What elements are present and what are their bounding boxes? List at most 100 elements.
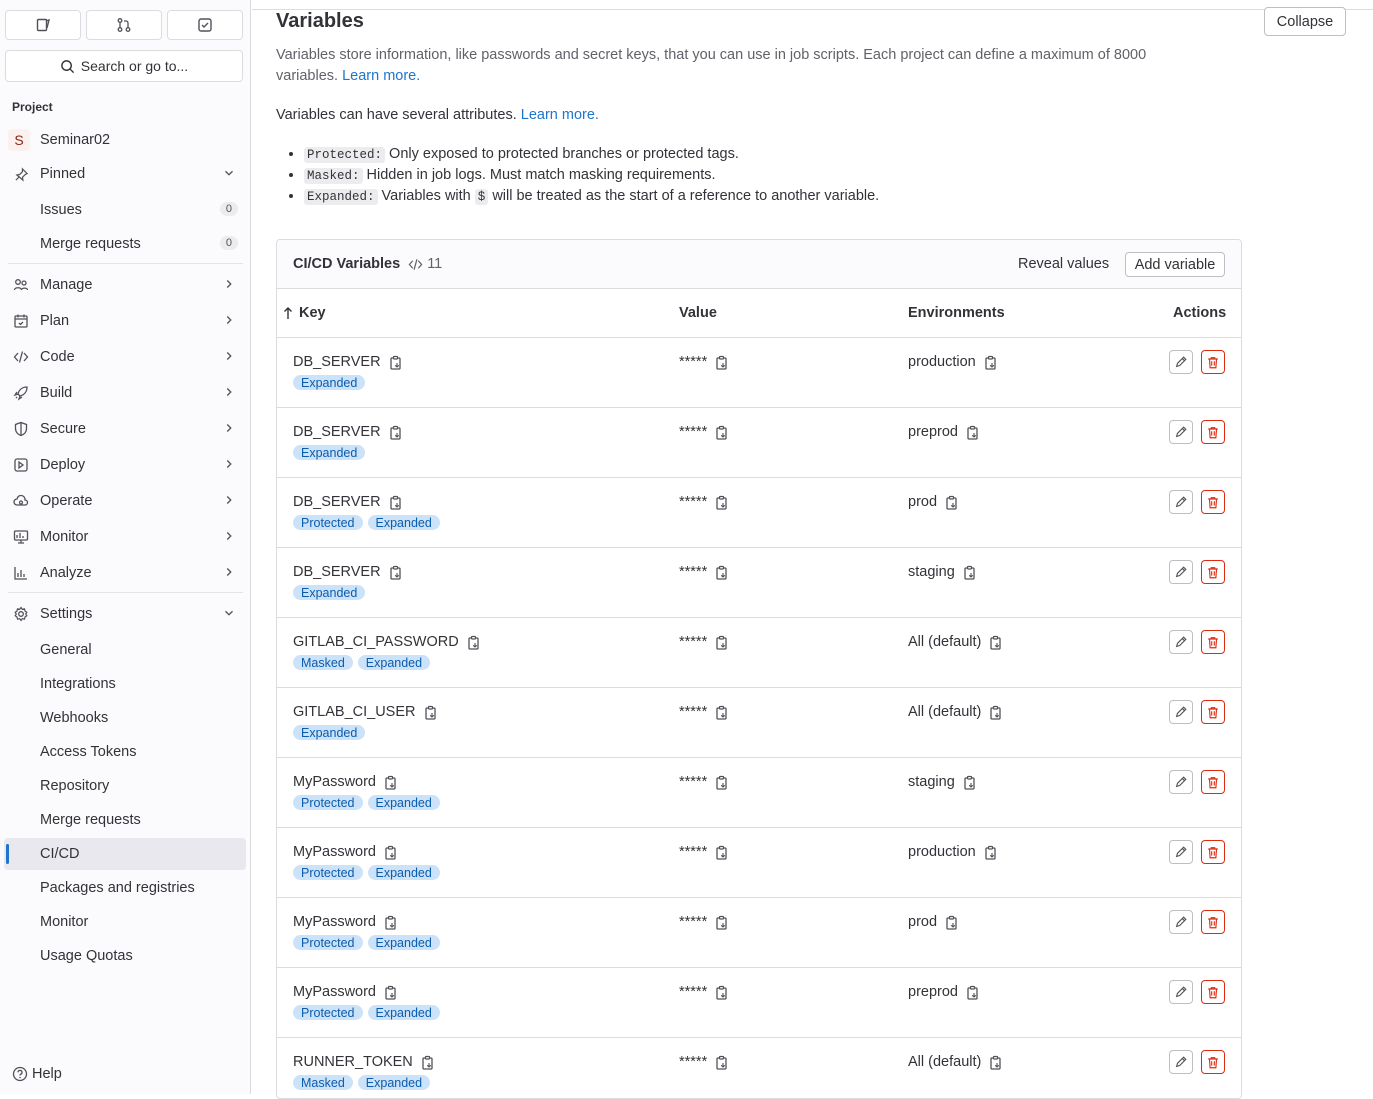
todo-icon [198, 18, 212, 32]
edit-button[interactable] [1169, 980, 1193, 1004]
sidebar-item-merge-requests[interactable]: Merge requests 0 [4, 228, 246, 260]
copy-icon[interactable] [715, 495, 729, 510]
chevron-down-icon [225, 170, 233, 176]
sidebar-item-operate[interactable]: Operate [4, 485, 246, 517]
variable-key: RUNNER_TOKEN [293, 1054, 435, 1070]
delete-button[interactable] [1201, 840, 1225, 864]
variable-environment: All (default) [908, 704, 1003, 720]
sidebar-item-integrations[interactable]: Integrations [4, 668, 246, 700]
sidebar-item-settings-monitor[interactable]: Monitor [4, 906, 246, 938]
copy-icon[interactable] [389, 355, 403, 370]
edit-button[interactable] [1169, 910, 1193, 934]
sidebar-item-plan[interactable]: Plan [4, 305, 246, 337]
edit-button[interactable] [1169, 560, 1193, 584]
attribute-badge: Protected [293, 515, 363, 530]
copy-icon[interactable] [715, 985, 729, 1000]
sidebar-item-settings[interactable]: Settings [4, 598, 246, 630]
copy-icon[interactable] [715, 1055, 729, 1070]
search-button[interactable]: Search or go to... [5, 50, 243, 82]
copy-icon[interactable] [966, 985, 980, 1000]
sidebar-item-secure[interactable]: Secure [4, 413, 246, 445]
copy-icon[interactable] [715, 565, 729, 580]
variable-environment: prod [908, 494, 959, 510]
variable-value: ***** [679, 1054, 729, 1070]
edit-button[interactable] [1169, 490, 1193, 514]
delete-button[interactable] [1201, 630, 1225, 654]
edit-button[interactable] [1169, 700, 1193, 724]
copy-icon[interactable] [384, 915, 398, 930]
sidebar-item-packages-and-registries[interactable]: Packages and registries [4, 872, 246, 904]
variable-environment-text: All (default) [908, 634, 982, 650]
delete-button[interactable] [1201, 770, 1225, 794]
copy-icon[interactable] [715, 635, 729, 650]
sidebar-item-build[interactable]: Build [4, 377, 246, 409]
copy-icon[interactable] [963, 565, 977, 580]
copy-icon[interactable] [715, 425, 729, 440]
key-column-header[interactable]: Key [283, 305, 326, 321]
delete-button[interactable] [1201, 490, 1225, 514]
copy-icon[interactable] [467, 635, 481, 650]
copy-icon[interactable] [384, 775, 398, 790]
delete-button[interactable] [1201, 560, 1225, 584]
delete-button[interactable] [1201, 1050, 1225, 1074]
learn-more-link[interactable]: Learn more. [342, 68, 420, 84]
copy-icon[interactable] [984, 355, 998, 370]
sidebar-item-usage-quotas[interactable]: Usage Quotas [4, 940, 246, 972]
help-button[interactable]: Help [12, 1066, 62, 1082]
copy-icon[interactable] [424, 705, 438, 720]
copy-icon[interactable] [389, 425, 403, 440]
delete-button[interactable] [1201, 350, 1225, 374]
copy-icon[interactable] [989, 705, 1003, 720]
sidebar-item-access-tokens[interactable]: Access Tokens [4, 736, 246, 768]
project-link[interactable]: S Seminar02 [4, 124, 246, 156]
delete-button[interactable] [1201, 700, 1225, 724]
copy-icon[interactable] [715, 915, 729, 930]
copy-icon[interactable] [984, 845, 998, 860]
delete-button[interactable] [1201, 420, 1225, 444]
sidebar-item-analyze[interactable]: Analyze [4, 557, 246, 589]
collapse-button[interactable]: Collapse [1264, 7, 1346, 36]
add-variable-button[interactable]: Add variable [1125, 252, 1225, 277]
copy-icon[interactable] [389, 565, 403, 580]
attributes-learn-more-link[interactable]: Learn more. [521, 107, 599, 123]
copy-icon[interactable] [945, 495, 959, 510]
copy-icon[interactable] [421, 1055, 435, 1070]
copy-icon[interactable] [963, 775, 977, 790]
edit-button[interactable] [1169, 1050, 1193, 1074]
copy-icon[interactable] [389, 495, 403, 510]
sidebar-item-deploy[interactable]: Deploy [4, 449, 246, 481]
todo-shortcut-button[interactable] [167, 10, 243, 40]
sidebar-item-settings-merge-requests[interactable]: Merge requests [4, 804, 246, 836]
copy-icon[interactable] [715, 705, 729, 720]
sidebar-item-manage[interactable]: Manage [4, 269, 246, 301]
edit-button[interactable] [1169, 770, 1193, 794]
sidebar-item-repository[interactable]: Repository [4, 770, 246, 802]
edit-button[interactable] [1169, 420, 1193, 444]
sidebar-item-webhooks[interactable]: Webhooks [4, 702, 246, 734]
merge-requests-shortcut-button[interactable] [86, 10, 162, 40]
variable-badges: Protected Expanded [293, 865, 440, 880]
edit-button[interactable] [1169, 840, 1193, 864]
sidebar-item-monitor[interactable]: Monitor [4, 521, 246, 553]
copy-icon[interactable] [715, 775, 729, 790]
copy-icon[interactable] [945, 915, 959, 930]
copy-icon[interactable] [715, 355, 729, 370]
copy-icon[interactable] [715, 845, 729, 860]
reveal-values-button[interactable]: Reveal values [1018, 256, 1109, 272]
edit-button[interactable] [1169, 350, 1193, 374]
delete-button[interactable] [1201, 910, 1225, 934]
delete-button[interactable] [1201, 980, 1225, 1004]
sidebar-item-code[interactable]: Code [4, 341, 246, 373]
sidebar-item-ci-cd[interactable]: CI/CD [4, 838, 246, 870]
sidebar-item-general[interactable]: General [4, 634, 246, 666]
sidebar-item-issues[interactable]: Issues 0 [4, 194, 246, 226]
copy-icon[interactable] [989, 635, 1003, 650]
copy-icon[interactable] [384, 845, 398, 860]
issues-shortcut-button[interactable] [5, 10, 81, 40]
copy-icon[interactable] [966, 425, 980, 440]
copy-icon[interactable] [989, 1055, 1003, 1070]
edit-button[interactable] [1169, 630, 1193, 654]
sidebar-item-label: Webhooks [40, 710, 109, 726]
sidebar-item-pinned[interactable]: Pinned [4, 158, 246, 190]
copy-icon[interactable] [384, 985, 398, 1000]
